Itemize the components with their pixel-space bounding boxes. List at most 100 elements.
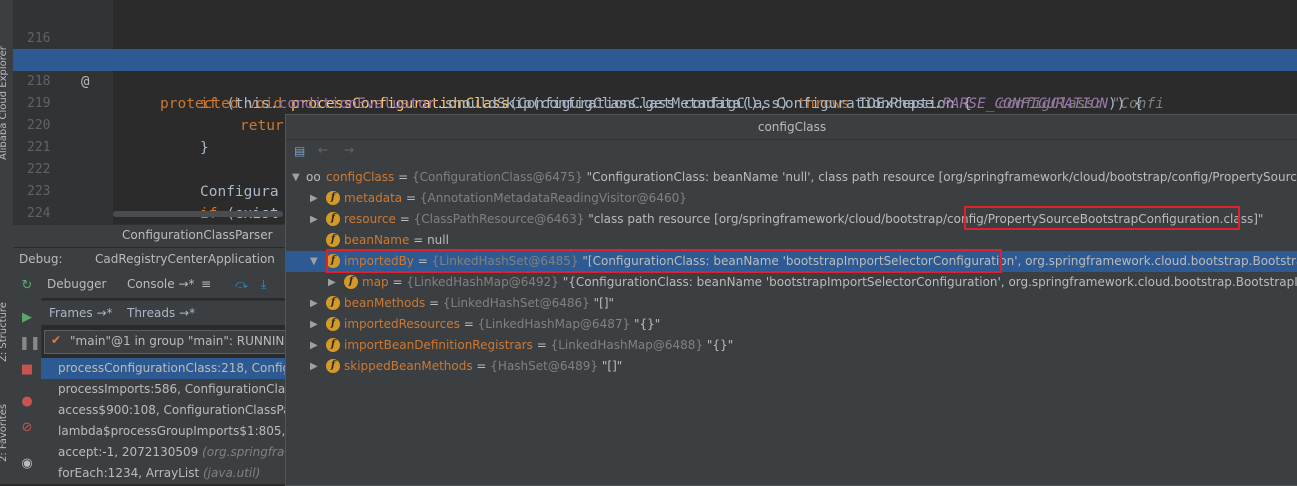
tab-threads[interactable]: Threads →* [127, 306, 195, 320]
var-value: null [427, 233, 449, 247]
thread-selector[interactable]: ✔ "main"@1 in group "main": RUNNING [44, 330, 296, 354]
watch-icon: oo [306, 170, 321, 184]
var-type: {ClassPathResource@6463} [413, 212, 585, 226]
code-line-current: 218 if (this.conditionEvaluator.shouldSk… [13, 49, 1297, 112]
frame-item[interactable]: processConfigurationClass:218, Configur [41, 358, 285, 379]
var-type: {LinkedHashMap@6488} [550, 338, 704, 352]
debug-toolbar: ↻ ▶ ❚❚ ■ ● ⊘ ◉ [13, 272, 42, 484]
var-name: importedResources [344, 317, 460, 331]
frame-item[interactable]: forEach:1234, ArrayList (java.util) [41, 463, 285, 484]
var-type: {HashSet@6489} [490, 359, 599, 373]
frames-threads-bar: Frames →* Threads →* [41, 300, 285, 325]
var-name: beanMethods [344, 296, 426, 310]
camera-icon[interactable]: ◉ [19, 456, 35, 472]
frame-method: accept:-1, 2072130509 [58, 445, 203, 459]
code-line: 216 [13, 6, 1297, 46]
var-value: "{}" [633, 317, 661, 331]
horizontal-scrollbar[interactable] [113, 211, 283, 217]
var-name: resource [344, 212, 396, 226]
expand-arrow-icon[interactable]: ▶ [328, 272, 336, 293]
var-type: {LinkedHashMap@6492} [406, 275, 559, 289]
mute-breakpoints-icon[interactable]: ⊘ [19, 420, 35, 436]
tree-row[interactable]: ▶ f beanMethods = {LinkedHashSet@6486} "… [286, 293, 1297, 314]
menu-icon[interactable]: ≡ [201, 277, 211, 291]
tree-row[interactable]: ▶ f importedResources = {LinkedHashMap@6… [286, 314, 1297, 335]
tree-row[interactable]: ▼ oo configClass = {ConfigurationClass@6… [286, 167, 1297, 188]
frame-method: forEach:1234, ArrayList [58, 466, 203, 480]
stop-icon[interactable]: ■ [19, 362, 35, 378]
expand-arrow-icon[interactable]: ▼ [310, 251, 318, 272]
run-config-tab[interactable]: CadRegistryCenterApplication [95, 252, 275, 266]
tab-console[interactable]: Console →* [127, 277, 195, 291]
debug-tabs: Debugger Console →* ≡ ⤼ ⤓ [41, 272, 285, 298]
tree-row[interactable]: f beanName = null [286, 230, 1297, 251]
field-icon: f [326, 233, 340, 247]
resume-icon[interactable]: ▶ [19, 310, 35, 326]
frame-item[interactable]: processImports:586, ConfigurationClass [41, 379, 285, 400]
view-breakpoints-icon[interactable]: ● [19, 394, 35, 410]
frame-method: lambda$processGroupImports$1:805, C [58, 424, 285, 438]
debug-header: Debug: CadRegistryCenterApplication [13, 248, 285, 272]
editor-breadcrumb[interactable]: ConfigurationClassParser [13, 224, 285, 247]
expand-arrow-icon[interactable]: ▼ [292, 167, 300, 188]
field-icon: f [344, 275, 358, 289]
code-line: 219 return; [13, 71, 1297, 134]
var-name: configClass [326, 170, 395, 184]
forward-arrow-icon[interactable]: → [344, 143, 354, 157]
frame-method: access$900:108, ConfigurationClassPars [58, 403, 285, 417]
debug-label: Debug: [19, 252, 63, 266]
var-value: "ConfigurationClass: beanName 'null', cl… [586, 170, 1297, 184]
expand-arrow-icon[interactable]: ▶ [310, 356, 318, 377]
step-over-icon[interactable]: ⤼ [235, 277, 248, 292]
left-tool-strip: Alibaba Cloud Explorer Z: Structure 2: F… [0, 0, 14, 484]
tab-frames[interactable]: Frames →* [49, 306, 113, 320]
expand-arrow-icon[interactable]: ▶ [310, 188, 318, 209]
expand-arrow-icon[interactable]: ▶ [310, 314, 318, 335]
field-icon: f [326, 212, 340, 226]
field-icon: f [326, 338, 340, 352]
frames-list: processConfigurationClass:218, Configur … [41, 358, 285, 484]
var-type: {ConfigurationClass@6475} [411, 170, 583, 184]
var-name: importBeanDefinitionRegistrars [344, 338, 533, 352]
thread-label: "main"@1 in group "main": RUNNING [70, 334, 294, 348]
expand-arrow-icon[interactable]: ▶ [310, 335, 318, 356]
var-value: "[]" [593, 296, 615, 310]
rerun-icon[interactable]: ↻ [19, 278, 35, 294]
var-name: map [362, 275, 389, 289]
alibaba-cloud-explorer-tab[interactable]: Alibaba Cloud Explorer [0, 46, 9, 160]
expand-arrow-icon[interactable]: ▶ [310, 293, 318, 314]
structure-tab[interactable]: Z: Structure [0, 302, 9, 362]
expand-arrow-icon[interactable]: ▶ [310, 209, 318, 230]
frame-package: (org.springfram [202, 445, 285, 459]
code-line: 220 } [13, 93, 1297, 156]
field-icon: f [326, 191, 340, 205]
frame-item[interactable]: lambda$processGroupImports$1:805, C [41, 421, 285, 442]
field-icon: f [326, 317, 340, 331]
tree-icon[interactable]: ▤ [294, 144, 305, 158]
annotation-highlight [326, 249, 1002, 273]
var-name: skippedBeanMethods [344, 359, 473, 373]
tree-row[interactable]: ▶ f importBeanDefinitionRegistrars = {Li… [286, 335, 1297, 356]
back-arrow-icon[interactable]: ← [318, 143, 328, 157]
field-icon: f [326, 359, 340, 373]
frame-method: processConfigurationClass:218, Configur [58, 361, 285, 375]
pause-icon[interactable]: ❚❚ [19, 336, 41, 352]
tree-row[interactable]: ▶ f map = {LinkedHashMap@6492} "{Configu… [286, 272, 1297, 293]
code-line: 217 @ protected void processConfiguratio… [13, 27, 1297, 112]
frame-method: processImports:586, ConfigurationClass [58, 382, 285, 396]
var-type: {LinkedHashMap@6487} [477, 317, 631, 331]
annotation-highlight [964, 206, 1240, 230]
popup-title: configClass [286, 115, 1297, 140]
favorites-tab[interactable]: 2: Favorites [0, 404, 9, 462]
step-into-icon[interactable]: ⤓ [261, 277, 266, 292]
var-type: {AnnotationMetadataReadingVisitor@6460} [419, 191, 687, 205]
var-value: "{ConfigurationClass: beanName 'bootstra… [562, 275, 1297, 289]
tree-row[interactable]: ▶ f skippedBeanMethods = {HashSet@6489} … [286, 356, 1297, 377]
popup-toolbar: ▤ ← → [286, 140, 1297, 164]
frame-item[interactable]: access$900:108, ConfigurationClassPars [41, 400, 285, 421]
tab-debugger[interactable]: Debugger [47, 277, 106, 291]
frame-item[interactable]: accept:-1, 2072130509 (org.springfram [41, 442, 285, 463]
var-type: {LinkedHashSet@6486} [442, 296, 590, 310]
breadcrumb-label: ConfigurationClassParser [122, 228, 273, 242]
variable-inspector-popup: configClass ▤ ← → ▼ oo configClass = {Co… [285, 114, 1297, 486]
